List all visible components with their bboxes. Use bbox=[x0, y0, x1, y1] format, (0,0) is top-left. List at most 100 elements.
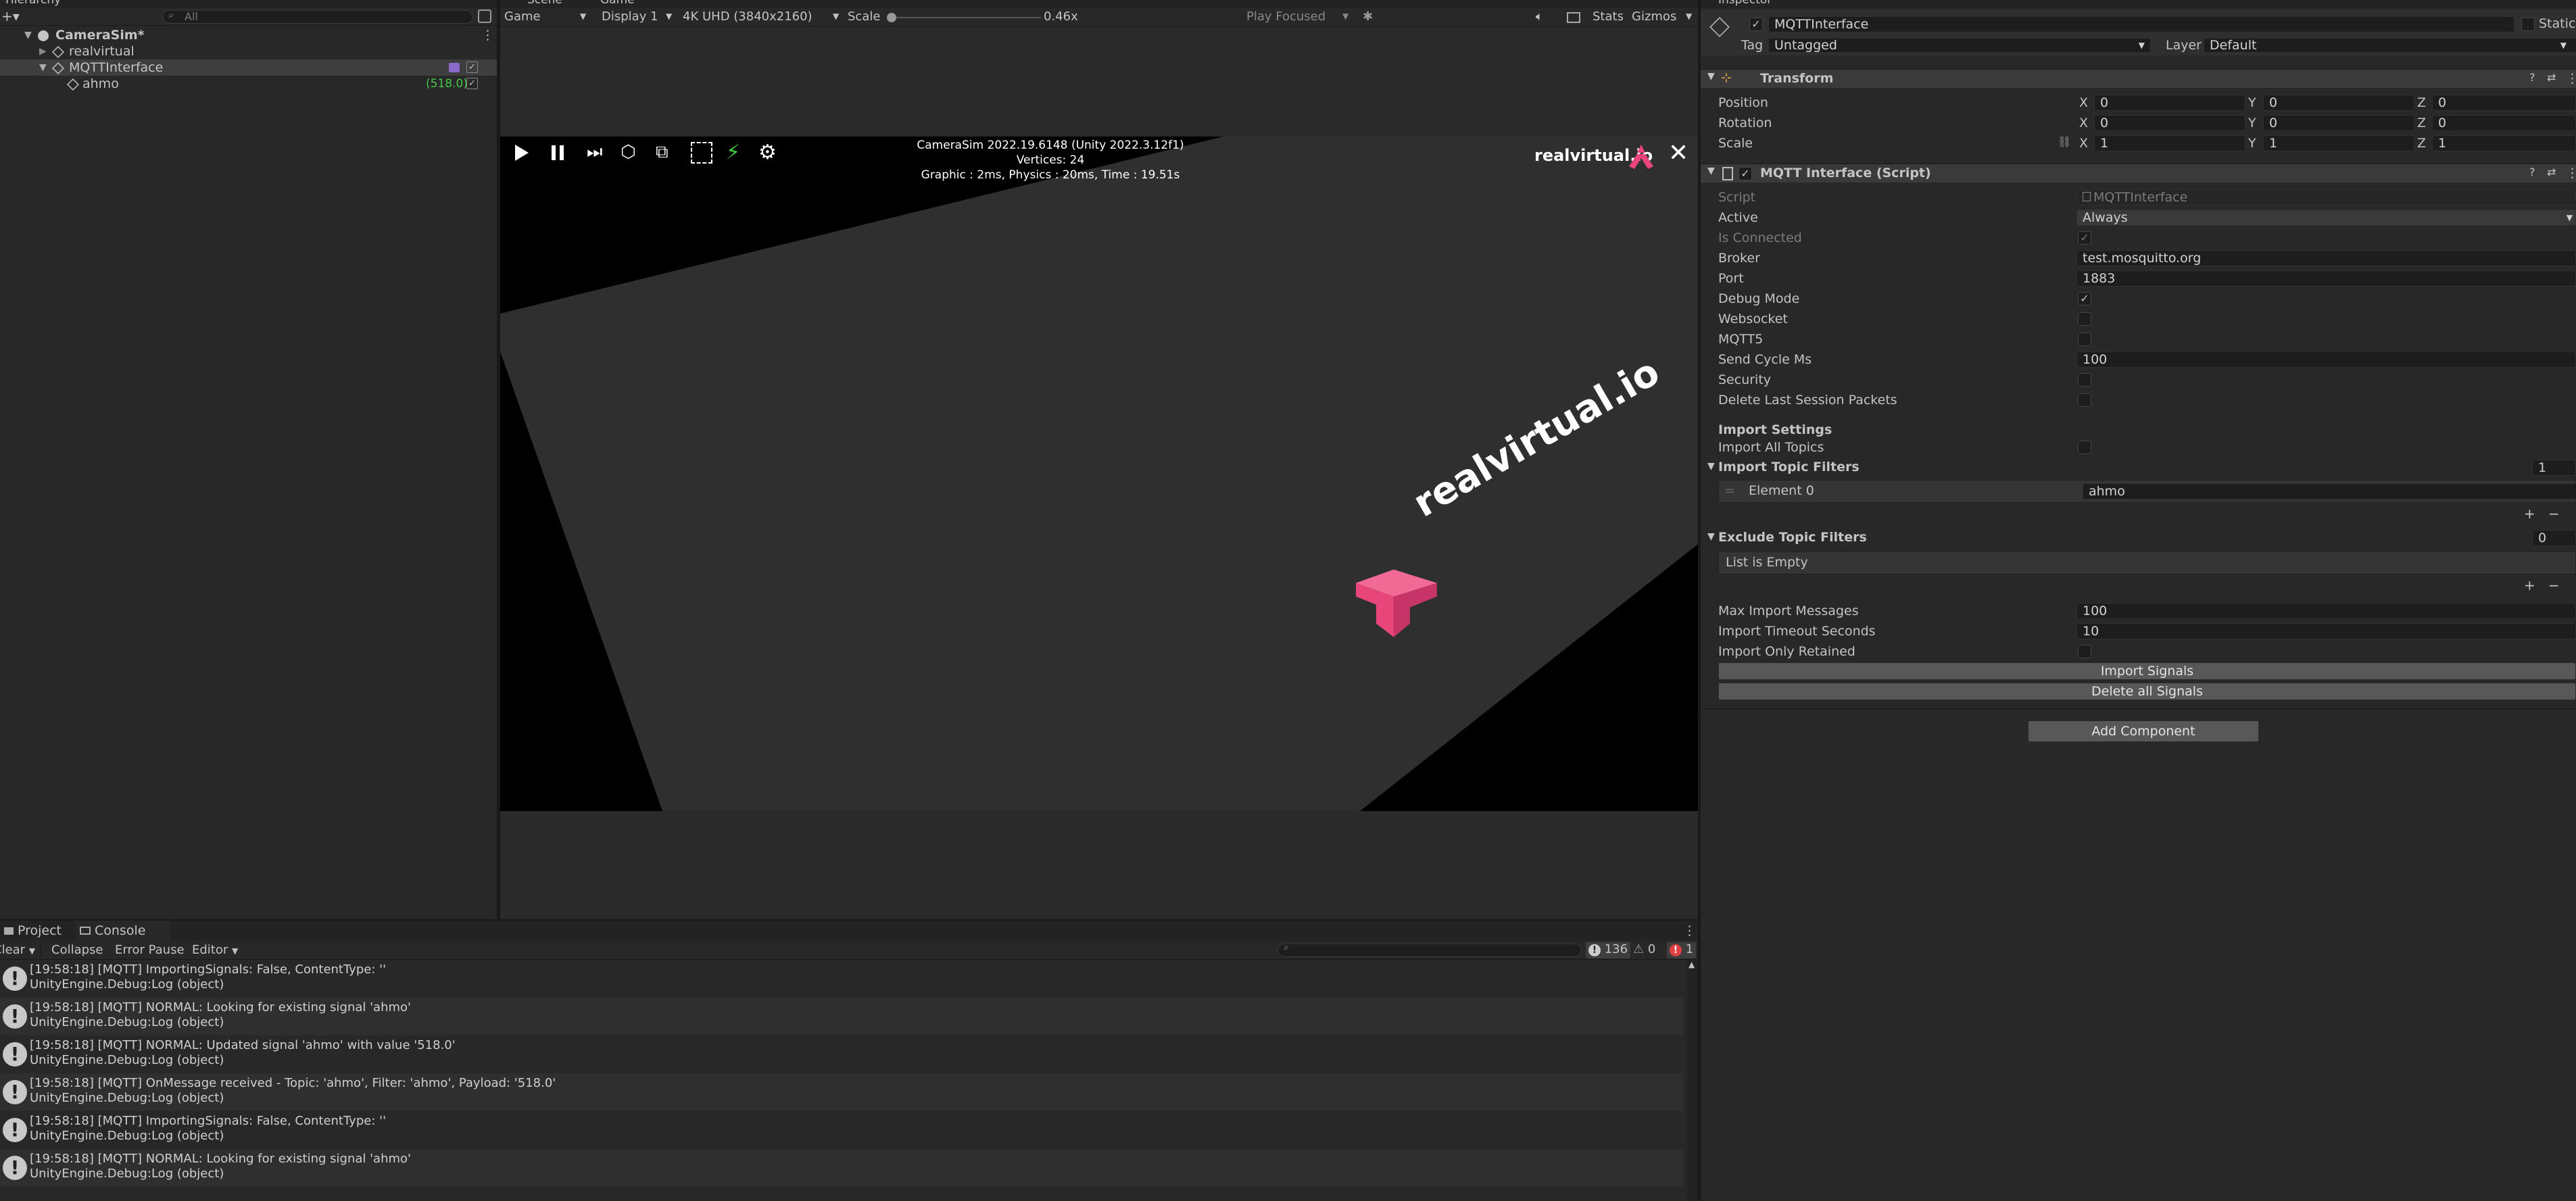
scale-y-field[interactable]: 1 bbox=[2263, 135, 2414, 151]
console-search-input[interactable]: ⌕ bbox=[1278, 942, 1582, 957]
clear-button[interactable]: Clear ▼ bbox=[0, 943, 42, 957]
add-component-button[interactable]: Add Component bbox=[2028, 720, 2259, 742]
delete-all-signals-button[interactable]: Delete all Signals bbox=[1718, 683, 2576, 700]
error-pause-button[interactable]: Error Pause bbox=[115, 943, 185, 957]
connect-plug-icon[interactable]: ⚡ bbox=[726, 141, 740, 164]
game-mode-dropdown[interactable]: Game ▼ bbox=[504, 9, 592, 24]
add-element-button[interactable]: + bbox=[2524, 506, 2535, 522]
log-entry[interactable]: ! [19:58:18] [MQTT] OnMessage received -… bbox=[0, 1073, 1683, 1111]
remove-element-button[interactable]: − bbox=[2548, 577, 2560, 593]
view-cube-icon[interactable]: ⬡ bbox=[621, 142, 636, 162]
log-entry[interactable]: ! [19:58:18] [MQTT] ImportingSignals: Fa… bbox=[0, 960, 1683, 998]
log-entry[interactable]: ! [19:58:18] [MQTT] ImportingSignals: Fa… bbox=[0, 1111, 1683, 1149]
enabled-checkbox[interactable]: ✓ bbox=[466, 62, 478, 73]
help-icon[interactable]: ? bbox=[2529, 71, 2535, 84]
rotation-y-field[interactable]: 0 bbox=[2263, 115, 2414, 131]
scale-slider[interactable] bbox=[887, 13, 1041, 22]
more-options-icon[interactable]: ⋮ bbox=[1683, 923, 1696, 938]
foldout-arrow-icon[interactable]: ▶ bbox=[39, 43, 47, 59]
hierarchy-item-ahmo[interactable]: ahmo (518.0) ✓ bbox=[0, 76, 497, 92]
send-cycle-field[interactable]: 100 bbox=[2076, 351, 2576, 368]
close-icon[interactable]: ✕ bbox=[1668, 139, 1688, 167]
log-entry[interactable]: ! [19:58:18] [MQTT] NORMAL: Updated sign… bbox=[0, 1035, 1683, 1073]
settings-gear-icon[interactable]: ⚙ bbox=[758, 141, 777, 164]
port-field[interactable]: 1883 bbox=[2076, 270, 2576, 287]
tab-console[interactable]: Console bbox=[76, 921, 170, 941]
tab-scene[interactable]: Scene bbox=[527, 0, 562, 7]
import-timeout-field[interactable]: 10 bbox=[2076, 623, 2576, 639]
console-scrollbar[interactable]: ▲ bbox=[1687, 960, 1698, 1201]
debug-mode-checkbox[interactable]: ✓ bbox=[2078, 292, 2091, 305]
lock-icon[interactable] bbox=[478, 9, 491, 23]
hierarchy-toggle-icon[interactable]: ⧉ bbox=[656, 142, 669, 163]
log-entry[interactable]: ! [19:58:18] [MQTT] NORMAL: Looking for … bbox=[0, 1149, 1683, 1187]
more-options-icon[interactable]: ⋮ bbox=[481, 27, 494, 43]
log-entry[interactable]: ! [19:58:18] [MQTT] NORMAL: Looking for … bbox=[0, 998, 1683, 1035]
layer-dropdown[interactable]: Default ▼ bbox=[2204, 38, 2576, 53]
foldout-arrow-icon[interactable]: ▼ bbox=[1707, 71, 1715, 82]
pause-icon[interactable] bbox=[552, 145, 564, 160]
exclude-topic-filters-header[interactable]: ▼ Exclude Topic Filters 0 bbox=[1701, 530, 2576, 547]
foldout-arrow-icon[interactable]: ▼ bbox=[39, 59, 47, 76]
log-filter-toggle[interactable]: ! 136 bbox=[1586, 942, 1631, 958]
hierarchy-search-input[interactable]: ⌕ All bbox=[162, 9, 473, 24]
import-only-retained-checkbox[interactable] bbox=[2078, 645, 2091, 658]
step-icon[interactable]: ⏭︎ bbox=[587, 142, 602, 163]
remove-element-button[interactable]: − bbox=[2548, 506, 2560, 522]
bug-icon[interactable]: ✱ bbox=[1363, 9, 1373, 24]
active-checkbox[interactable]: ✓ bbox=[1749, 18, 1763, 31]
foldout-arrow-icon[interactable]: ▼ bbox=[1707, 531, 1715, 542]
stats-layout-icon[interactable] bbox=[1567, 12, 1580, 23]
position-y-field[interactable]: 0 bbox=[2263, 95, 2414, 111]
import-all-topics-checkbox[interactable] bbox=[2078, 441, 2091, 454]
enabled-checkbox[interactable]: ✓ bbox=[466, 78, 478, 89]
foldout-arrow-icon[interactable]: ▼ bbox=[1707, 461, 1715, 472]
gizmos-dropdown[interactable]: Gizmos ▼ bbox=[1632, 9, 1697, 24]
mqtt-component-header[interactable]: ▼ ✓ MQTT Interface (Script) ? ⇄ ⋮ bbox=[1701, 164, 2576, 182]
active-dropdown[interactable]: Always ▼ bbox=[2076, 210, 2576, 226]
slider-thumb[interactable] bbox=[887, 13, 896, 22]
camera-focus-icon[interactable] bbox=[691, 142, 712, 164]
hierarchy-item-realvirtual[interactable]: ▶ realvirtual bbox=[0, 43, 497, 59]
constrain-proportions-icon[interactable]: ⛓ bbox=[2058, 135, 2071, 148]
warning-filter-toggle[interactable]: ⚠ 0 bbox=[1633, 942, 1655, 956]
mqtt5-checkbox[interactable] bbox=[2078, 333, 2091, 346]
exclude-filters-count[interactable]: 0 bbox=[2532, 530, 2576, 546]
play-icon[interactable] bbox=[515, 145, 529, 161]
hierarchy-item-mqttinterface[interactable]: ▼ MQTTInterface ✓ bbox=[0, 59, 497, 76]
display-dropdown[interactable]: Display 1 ▼ bbox=[602, 9, 676, 24]
websocket-checkbox[interactable] bbox=[2078, 312, 2091, 326]
scale-x-field[interactable]: 1 bbox=[2094, 135, 2245, 151]
import-signals-button[interactable]: Import Signals bbox=[1718, 662, 2576, 680]
more-options-icon[interactable]: ⋮ bbox=[2566, 71, 2576, 86]
add-element-button[interactable]: + bbox=[2524, 577, 2535, 593]
component-enabled-checkbox[interactable]: ✓ bbox=[1739, 167, 1752, 180]
editor-dropdown[interactable]: Editor ▼ bbox=[192, 943, 238, 957]
static-checkbox[interactable] bbox=[2521, 18, 2535, 31]
import-topic-filters-header[interactable]: ▼ Import Topic Filters 1 bbox=[1701, 460, 2576, 477]
collapse-button[interactable]: Collapse bbox=[51, 943, 103, 957]
element0-field[interactable]: ahmo bbox=[2083, 483, 2576, 499]
position-x-field[interactable]: 0 bbox=[2094, 95, 2245, 111]
game-viewport[interactable]: ⏭︎ ⬡ ⧉ ⚡ ⚙ CameraSim 2022.19.6148 (Unity… bbox=[500, 137, 1698, 811]
stats-button[interactable]: Stats bbox=[1593, 9, 1624, 24]
tab-game[interactable]: Game bbox=[600, 0, 635, 7]
add-icon[interactable]: +▾ bbox=[1, 8, 20, 24]
scroll-up-icon[interactable]: ▲ bbox=[1688, 960, 1695, 969]
more-options-icon[interactable]: ⋮ bbox=[2566, 166, 2576, 180]
security-checkbox[interactable] bbox=[2078, 373, 2091, 387]
error-filter-toggle[interactable]: ! 1 bbox=[1667, 942, 1697, 958]
transform-header[interactable]: ▼ ⊹ Transform ? ⇄ ⋮ bbox=[1701, 69, 2576, 88]
position-z-field[interactable]: 0 bbox=[2432, 95, 2576, 111]
preset-icon[interactable]: ⇄ bbox=[2547, 166, 2556, 178]
tab-project[interactable]: Project bbox=[0, 921, 74, 941]
resolution-dropdown[interactable]: 4K UHD (3840x2160) ▼ bbox=[683, 9, 845, 24]
rotation-z-field[interactable]: 0 bbox=[2432, 115, 2576, 131]
scene-row[interactable]: ▼ CameraSim* ⋮ bbox=[0, 27, 497, 43]
audio-icon[interactable]: 🔈︎ bbox=[1536, 9, 1543, 24]
scale-z-field[interactable]: 1 bbox=[2432, 135, 2576, 151]
broker-field[interactable]: test.mosquitto.org bbox=[2076, 250, 2576, 266]
object-name-field[interactable]: MQTTInterface bbox=[1768, 16, 2514, 32]
max-import-field[interactable]: 100 bbox=[2076, 603, 2576, 619]
drag-handle-icon[interactable]: = bbox=[1724, 483, 1735, 498]
